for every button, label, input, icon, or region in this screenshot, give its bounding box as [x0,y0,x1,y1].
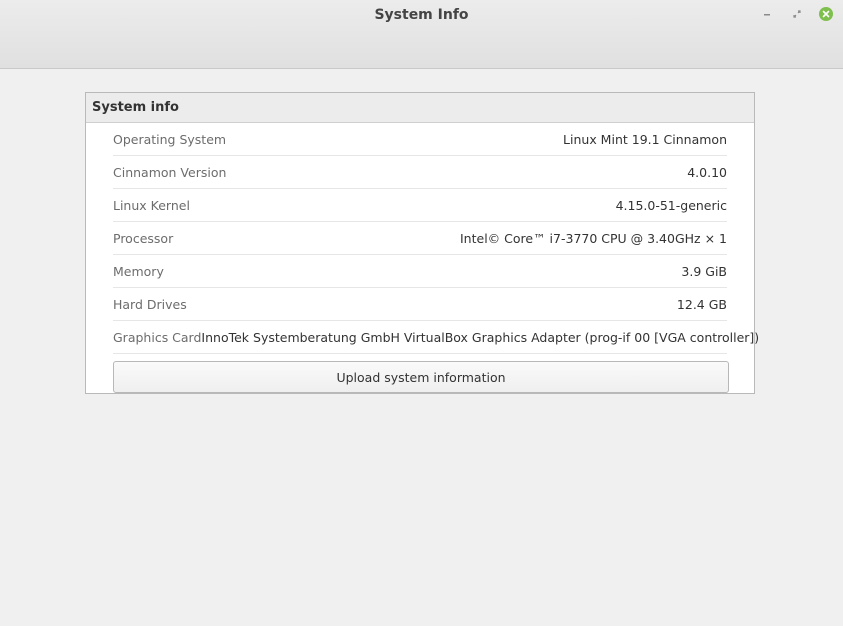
row-value: 4.15.0-51-generic [615,197,727,213]
row-label: Processor [113,230,174,246]
row-label: Linux Kernel [113,197,190,213]
system-info-panel: System info Operating System Linux Mint … [85,92,759,394]
row-label: Cinnamon Version [113,164,227,180]
maximize-icon [793,10,801,18]
title-bar: System Info [0,0,843,69]
info-row-operating-system: Operating System Linux Mint 19.1 Cinnamo… [113,123,727,156]
panel-header: System info [86,93,754,123]
info-row-cinnamon-version: Cinnamon Version 4.0.10 [113,156,727,189]
row-value: InnoTek Systemberatung GmbH VirtualBox G… [201,329,760,345]
info-row-hard-drives: Hard Drives 12.4 GB [113,288,727,321]
minimize-button[interactable] [760,7,774,21]
info-row-graphics-card: Graphics Card InnoTek Systemberatung Gmb… [113,321,759,354]
minimize-icon [764,14,770,16]
row-label: Graphics Card [113,329,202,345]
row-value: 3.9 GiB [681,263,727,279]
close-icon [819,7,833,21]
window-title: System Info [374,7,469,23]
system-info-window: System Info System info Operating System… [0,0,843,626]
upload-container: Upload system information [113,361,729,393]
row-value: 12.4 GB [676,296,727,312]
close-button[interactable] [819,7,833,21]
row-value: 4.0.10 [687,164,727,180]
upload-system-information-button[interactable]: Upload system information [113,361,729,393]
row-value: Linux Mint 19.1 Cinnamon [563,131,727,147]
row-value: Intel© Core™ i7-3770 CPU @ 3.40GHz × 1 [460,230,727,246]
info-row-processor: Processor Intel© Core™ i7-3770 CPU @ 3.4… [113,222,727,255]
info-row-linux-kernel: Linux Kernel 4.15.0-51-generic [113,189,727,222]
row-label: Operating System [113,131,227,147]
maximize-button[interactable] [790,7,804,21]
row-label: Memory [113,263,164,279]
row-label: Hard Drives [113,296,187,312]
info-row-memory: Memory 3.9 GiB [113,255,727,288]
